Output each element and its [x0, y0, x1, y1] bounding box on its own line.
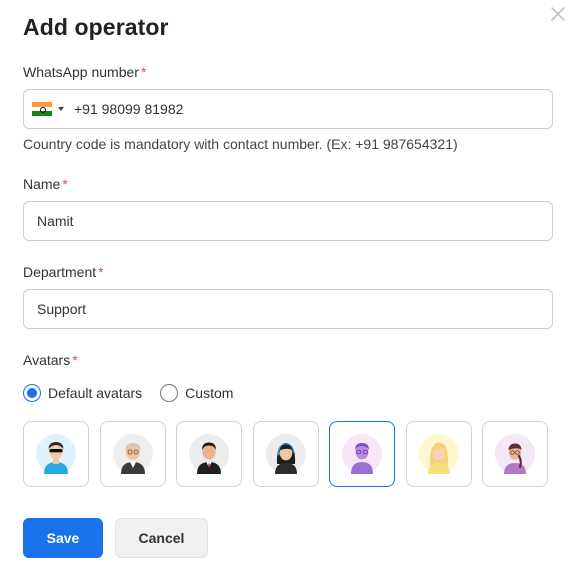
required-mark: *: [72, 352, 78, 368]
avatar-boy-sunglasses-icon: [36, 434, 76, 474]
avatar-woman-headset-icon: [265, 434, 306, 474]
avatars-label-text: Avatars: [23, 352, 71, 368]
name-label: Name *: [23, 176, 68, 192]
whatsapp-field: [23, 89, 553, 129]
radio-label: Default avatars: [48, 385, 143, 401]
country-code-selector[interactable]: [24, 90, 64, 128]
avatar-option[interactable]: [405, 421, 472, 487]
required-mark: *: [98, 264, 104, 280]
avatar-option[interactable]: [252, 421, 319, 487]
whatsapp-label-text: WhatsApp number: [23, 64, 139, 80]
avatar-option[interactable]: [99, 421, 166, 487]
avatar-purple-person-icon: [342, 434, 382, 474]
radio-checked-icon: [23, 384, 41, 402]
department-label: Department *: [23, 264, 104, 280]
whatsapp-number-input[interactable]: [64, 90, 552, 128]
name-field: [23, 201, 553, 241]
avatar-man-suit-icon: [189, 434, 229, 474]
avatar-old-man-icon: [112, 434, 153, 474]
radio-unchecked-icon: [160, 384, 179, 402]
required-mark: *: [140, 64, 147, 80]
avatar-blonde-woman-icon: [418, 434, 459, 474]
avatar-option[interactable]: [23, 421, 89, 487]
name-label-text: Name: [23, 176, 61, 192]
department-input[interactable]: [24, 290, 552, 328]
avatar-type-radio-group: Default avatars Custom: [23, 384, 251, 402]
cancel-button[interactable]: Cancel: [115, 518, 208, 558]
avatars-label: Avatars *: [23, 352, 78, 368]
close-icon[interactable]: [548, 4, 568, 24]
radio-custom[interactable]: Custom: [160, 384, 233, 402]
add-operator-dialog: Add operator WhatsApp number* Country co…: [0, 0, 574, 569]
save-button[interactable]: Save: [23, 518, 103, 558]
avatar-option[interactable]: [482, 421, 548, 487]
department-label-text: Department: [23, 264, 97, 280]
avatar-option[interactable]: [176, 421, 242, 487]
india-flag-icon: [32, 102, 52, 117]
whatsapp-hint: Country code is mandatory with contact n…: [23, 136, 458, 152]
dialog-title: Add operator: [23, 14, 169, 40]
avatar-option-selected[interactable]: [329, 421, 395, 487]
avatar-woman-braid-icon: [495, 434, 535, 474]
avatar-grid: [23, 421, 548, 487]
name-input[interactable]: [24, 202, 552, 240]
department-field: [23, 289, 553, 329]
whatsapp-label: WhatsApp number *: [23, 64, 146, 80]
radio-label: Custom: [185, 385, 234, 401]
required-mark: *: [62, 176, 68, 192]
radio-default-avatars[interactable]: Default avatars: [23, 384, 142, 402]
